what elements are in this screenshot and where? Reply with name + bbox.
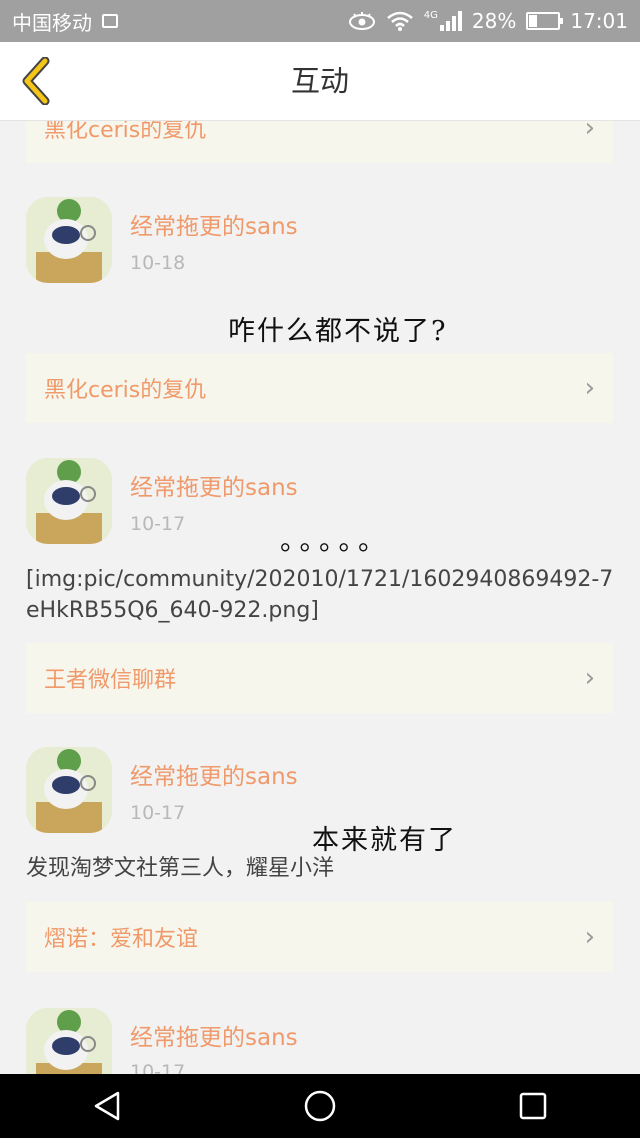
- clock: 17:01: [570, 9, 628, 33]
- wifi-icon: [386, 11, 413, 31]
- topic-link-label: 黑化ceris的复仇: [44, 121, 207, 143]
- topic-link-card[interactable]: 熠诺：爱和友谊 ›: [26, 902, 613, 972]
- chevron-right-icon: ›: [584, 663, 595, 693]
- back-button[interactable]: [16, 56, 56, 106]
- home-circle-icon: [304, 1090, 336, 1122]
- network-type: 4G: [423, 10, 438, 21]
- signal-group: 4G: [424, 11, 462, 31]
- app-header: 互动: [0, 42, 640, 121]
- handwritten-note: 。。。。。: [280, 526, 391, 557]
- status-left: 中国移动: [12, 7, 118, 36]
- topic-link-card[interactable]: 黑化ceris的复仇 ›: [26, 353, 613, 423]
- chevron-right-icon: ›: [584, 922, 595, 952]
- post-date: 10-18: [130, 252, 186, 274]
- chevron-right-icon: ›: [584, 373, 595, 403]
- battery-level: [529, 15, 538, 27]
- post-date: 10-17: [130, 513, 186, 535]
- carrier-label: 中国移动: [12, 10, 92, 35]
- user-name[interactable]: 经常拖更的sans: [130, 468, 298, 502]
- battery-percent: 28%: [471, 9, 517, 33]
- post-text: 发现淘梦文社第三人，耀星小洋: [26, 856, 335, 881]
- nav-back-button[interactable]: [77, 1074, 137, 1138]
- avatar[interactable]: [26, 1008, 112, 1074]
- avatar[interactable]: [26, 197, 112, 283]
- signal-icon: [439, 11, 462, 31]
- user-name[interactable]: 经常拖更的sans: [130, 757, 298, 791]
- chevron-right-icon: ›: [584, 121, 595, 143]
- status-bar: 中国移动 4G 28% 17:01: [0, 0, 640, 42]
- user-name[interactable]: 经常拖更的sans: [130, 1018, 298, 1052]
- system-nav-bar: [0, 1074, 640, 1138]
- post-text: [img:pic/community/202010/1721/160294086…: [26, 567, 614, 623]
- battery-icon: [526, 12, 564, 30]
- handwritten-note: 咋什么都不说了?: [228, 316, 448, 347]
- image-notification-icon: [102, 14, 118, 28]
- status-right: 4G 28% 17:01: [348, 9, 628, 33]
- avatar[interactable]: [26, 747, 112, 833]
- topic-link-label: 熠诺：爱和友谊: [44, 927, 199, 952]
- user-name[interactable]: 经常拖更的sans: [130, 207, 298, 241]
- back-triangle-icon: [94, 1091, 119, 1121]
- chevron-left-icon: [22, 57, 50, 105]
- nav-recents-button[interactable]: [503, 1074, 563, 1138]
- topic-link-label: 黑化ceris的复仇: [44, 378, 207, 403]
- nav-home-button[interactable]: [290, 1074, 350, 1138]
- handwritten-note: 本来就有了: [312, 825, 457, 856]
- eye-comfort-icon: [348, 12, 375, 30]
- topic-link-card[interactable]: 黑化ceris的复仇 ›: [26, 121, 613, 163]
- recents-square-icon: [520, 1092, 547, 1120]
- post-date: 10-17: [130, 802, 186, 824]
- topic-link-label: 王者微信聊群: [44, 668, 177, 693]
- interaction-list[interactable]: 黑化ceris的复仇 › 经常拖更的sans 10-18 咋什么都不说了? 黑化…: [0, 121, 640, 1074]
- avatar[interactable]: [26, 458, 112, 544]
- topic-link-card[interactable]: 王者微信聊群 ›: [26, 643, 613, 713]
- page-title: 互动: [290, 64, 349, 98]
- post-date: 10-17: [130, 1061, 186, 1074]
